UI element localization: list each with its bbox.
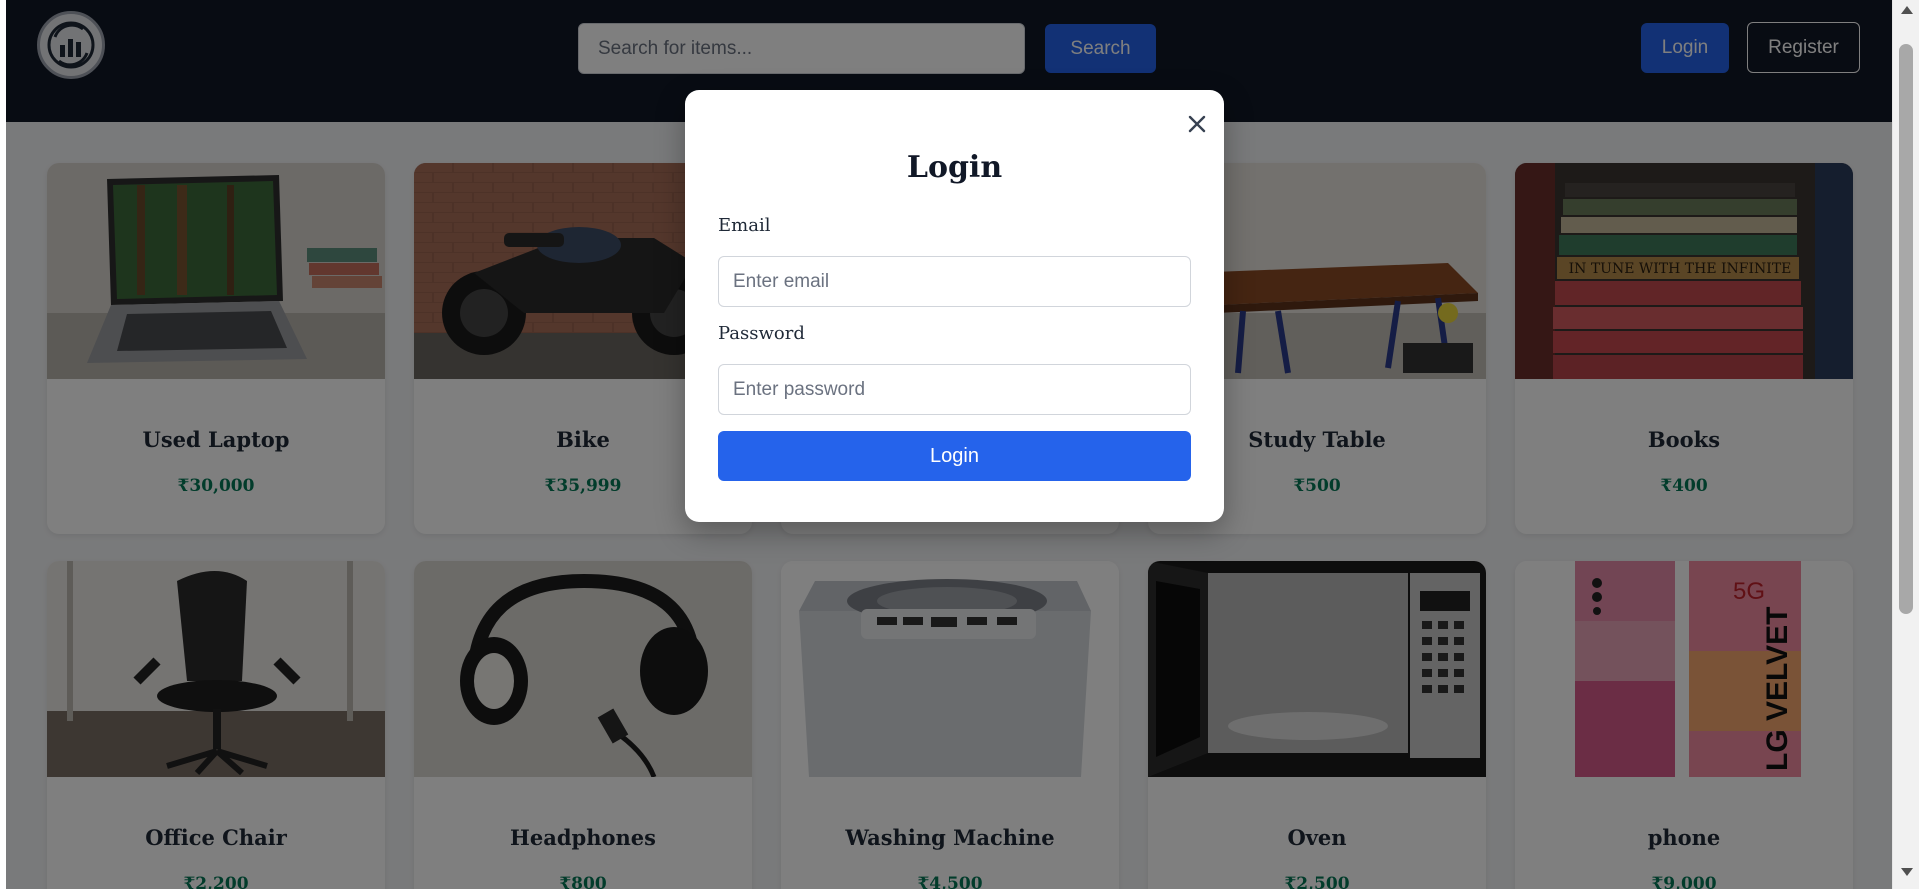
- login-modal: Login Email Password Login: [685, 90, 1224, 522]
- scroll-up-arrow-icon[interactable]: [1901, 6, 1913, 14]
- scroll-down-arrow-icon[interactable]: [1901, 868, 1913, 876]
- password-label: Password: [718, 323, 805, 344]
- vertical-scrollbar[interactable]: [1892, 0, 1919, 889]
- login-submit-button[interactable]: Login: [718, 431, 1191, 481]
- close-icon[interactable]: [1185, 112, 1209, 136]
- modal-title: Login: [906, 150, 1003, 185]
- email-label: Email: [718, 215, 771, 236]
- scrollbar-thumb[interactable]: [1899, 44, 1913, 614]
- email-field[interactable]: [718, 256, 1191, 307]
- page: Search Login Register: [0, 0, 1892, 889]
- password-field[interactable]: [718, 364, 1191, 415]
